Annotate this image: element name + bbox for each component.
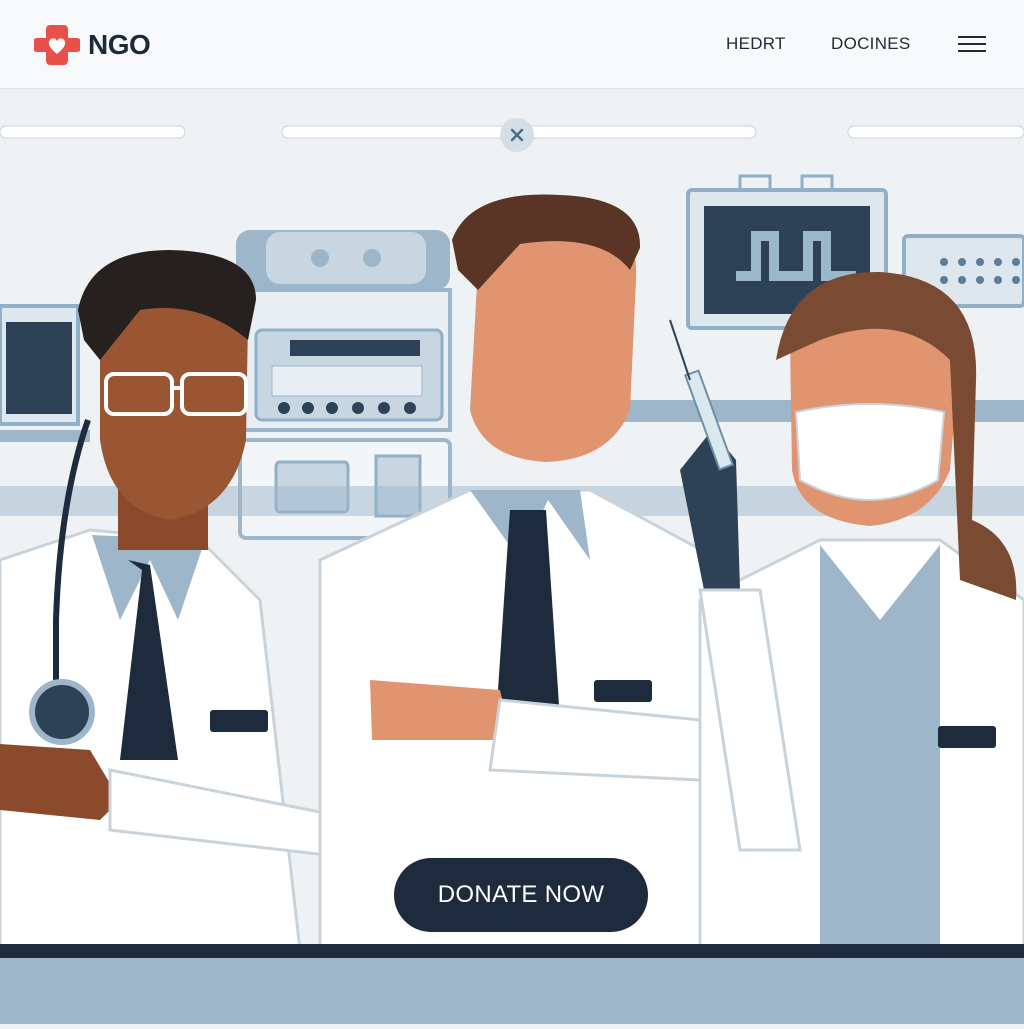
top-navigation-bar: NGO HEDRT DOCINES	[0, 0, 1024, 89]
brand-logo[interactable]: NGO	[34, 22, 151, 68]
footer-band	[0, 958, 1024, 1024]
monitor-left	[0, 304, 90, 442]
footer-rule	[0, 944, 1024, 958]
medical-cross-icon	[34, 25, 80, 65]
nav-link-docines[interactable]: DOCINES	[831, 34, 911, 54]
close-icon	[510, 128, 524, 142]
brand-name: NGO	[88, 29, 151, 60]
nav-link-hedrt[interactable]: HEDRT	[726, 34, 786, 54]
hamburger-menu-icon[interactable]	[958, 36, 986, 54]
donate-now-button[interactable]: DONATE NOW	[394, 858, 648, 932]
carousel-close-button[interactable]	[500, 118, 534, 152]
